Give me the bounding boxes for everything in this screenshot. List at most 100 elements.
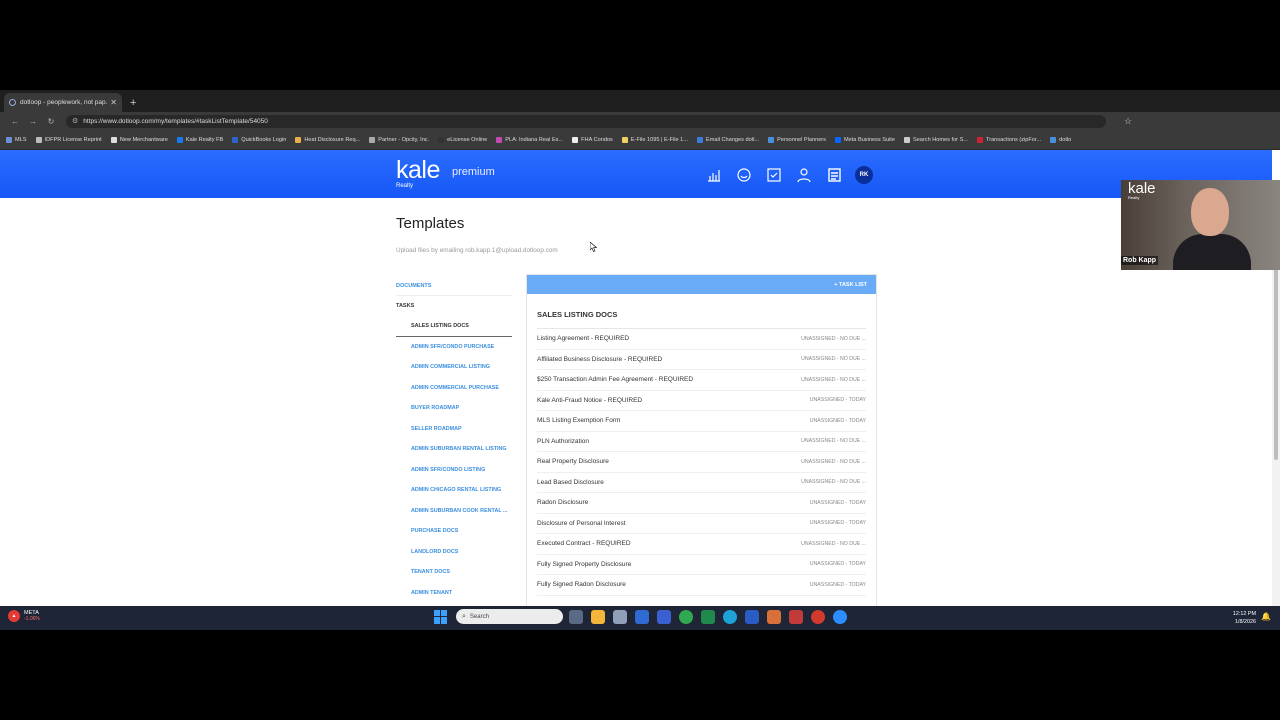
task-status: UNASSIGNED - NO DUE ... (801, 479, 866, 486)
bookmark-item[interactable]: Kale Realty FB (176, 136, 224, 143)
site-info-icon[interactable]: ⚙ (72, 117, 78, 125)
bookmark-star-icon[interactable]: ☆ (1124, 116, 1132, 127)
bookmark-item[interactable]: Email Changes dotl... (696, 136, 759, 143)
windows-start-icon[interactable] (434, 609, 448, 624)
system-clock[interactable]: 12:12 PM 1/8/2026 (1233, 610, 1256, 626)
bookmark-item[interactable]: PLA: Indiana Real Es... (496, 136, 563, 143)
search-label: Search (469, 613, 489, 620)
bookmark-label: Search Homes for S... (912, 136, 968, 143)
task-row[interactable]: Disclosure of Personal Interest UNASSIGNE… (537, 514, 866, 534)
header-nav: RK (705, 166, 873, 184)
calculator-icon[interactable] (613, 609, 627, 624)
task-row[interactable]: Kale Anti-Fraud Notice - REQUIRED UNASSIG… (537, 391, 866, 411)
bookmark-favicon-icon (176, 136, 183, 143)
task-row[interactable]: Lead Based Disclosure UNASSIGNED - NO DUE… (537, 473, 866, 493)
nav-task-template[interactable]: ADMIN SUBURBAN RENTAL LISTING (396, 439, 512, 460)
nav-task-template[interactable]: ADMIN SFR/CONDO PURCHASE (396, 337, 512, 358)
app-red-icon[interactable] (811, 609, 825, 624)
bookmark-label: E-File 1095 | E-File 1... (630, 136, 688, 143)
chrome-icon[interactable] (679, 609, 693, 624)
templates-doc-icon[interactable] (825, 166, 843, 184)
nav-task-template[interactable]: TENANT DOCS (396, 562, 512, 583)
bookmark-item[interactable]: FHA Condos (572, 136, 613, 143)
browser-tab-dotloop[interactable]: dotloop - peoplework, not pap... ✕ (4, 93, 122, 112)
tasks-check-icon[interactable] (765, 166, 783, 184)
task-row[interactable]: Fully Signed Property Disclosure UNASSIGN… (537, 555, 866, 575)
nav-task-template[interactable]: ADMIN CHICAGO RENTAL LISTING (396, 480, 512, 501)
bookmark-favicon-icon (572, 136, 579, 143)
kale-logo[interactable]: kale Realty premium (396, 156, 495, 189)
edge-icon[interactable] (723, 609, 737, 624)
task-row[interactable]: Listing Agreement - REQUIRED UNASSIGNED -… (537, 329, 866, 350)
templates-nav: DOCUMENTS TASKS SALES LISTING DOCS ADMIN … (396, 276, 512, 603)
user-avatar[interactable]: RK (855, 166, 873, 184)
contacts-person-icon[interactable] (795, 166, 813, 184)
word-icon[interactable] (745, 609, 759, 624)
bookmark-item[interactable]: Transactions (zipFor... (977, 136, 1041, 143)
forward-icon[interactable]: → (24, 117, 42, 126)
bookmark-item[interactable]: dotlo (1050, 136, 1071, 143)
close-icon[interactable]: ✕ (110, 98, 117, 107)
bookmark-label: Heat Disclosure Req... (304, 136, 361, 143)
bookmark-item[interactable]: Personnel Planners (768, 136, 826, 143)
bookmark-item[interactable]: New Merchantware (110, 136, 168, 143)
nav-task-template[interactable]: ADMIN COMMERCIAL PURCHASE (396, 378, 512, 399)
nav-documents[interactable]: DOCUMENTS (396, 276, 512, 296)
reload-icon[interactable]: ↻ (42, 117, 60, 126)
bookmark-item[interactable]: Heat Disclosure Req... (295, 136, 361, 143)
bookmark-item[interactable]: QuickBooks Login (232, 136, 286, 143)
bookmark-item[interactable]: IDFPR License Reprint (35, 136, 102, 143)
task-view-icon[interactable] (569, 609, 583, 624)
task-row[interactable]: Real Property Disclosure UNASSIGNED - NO … (537, 452, 866, 473)
loops-icon[interactable] (735, 166, 753, 184)
bookmark-item[interactable]: Search Homes for S... (903, 136, 968, 143)
back-icon[interactable]: ← (6, 117, 24, 126)
address-bar: ← → ↻ ⚙ https://www.dotloop.com/my/templ… (0, 112, 1280, 130)
bookmark-favicon-icon (110, 136, 117, 143)
browser-tab-bar: dotloop - peoplework, not pap... ✕ + (0, 90, 1280, 112)
excel-icon[interactable] (701, 609, 715, 624)
task-row[interactable]: $250 Transaction Admin Fee Agreement - R… (537, 370, 866, 391)
task-row[interactable]: Affiliated Business Disclosure - REQUIRE… (537, 350, 866, 370)
bookmark-label: MLS (15, 136, 27, 143)
plan-label: premium (452, 166, 495, 178)
teams-icon[interactable] (657, 609, 671, 624)
acrobat-icon[interactable] (789, 609, 803, 624)
stock-widget[interactable]: ▲ META -1.06% (8, 610, 40, 622)
bookmark-item[interactable]: E-File 1095 | E-File 1... (621, 136, 688, 143)
task-row[interactable]: Radon Disclosure UNASSIGNED - TODAY (537, 493, 866, 514)
url-input[interactable]: ⚙ https://www.dotloop.com/my/templates/#… (66, 114, 1106, 128)
windows-taskbar: ▲ META -1.06% ⌕ Search 12:12 PM 1/8/2026… (0, 606, 1280, 630)
app-icon[interactable] (767, 609, 781, 624)
nav-task-template[interactable]: BUYER ROADMAP (396, 398, 512, 419)
nav-tasks[interactable]: TASKS (396, 296, 512, 316)
new-tab-button[interactable]: + (130, 97, 136, 109)
file-explorer-icon[interactable] (591, 609, 605, 624)
bookmark-label: Kale Realty FB (185, 136, 224, 143)
webcam-overlay: kale Realty Rob Kapp (1121, 180, 1280, 270)
bookmark-item[interactable]: Partner - Opcity, Inc. (369, 136, 429, 143)
task-row[interactable]: Executed Contract - REQUIRED UNASSIGNED -… (537, 534, 866, 555)
nav-task-template[interactable]: ADMIN SUBURBAN COOK RENTAL ... (396, 501, 512, 522)
nav-task-template[interactable]: LANDLORD DOCS (396, 542, 512, 563)
nav-task-template[interactable]: PURCHASE DOCS (396, 521, 512, 542)
nav-task-template[interactable]: ADMIN TENANT (396, 583, 512, 604)
task-row[interactable]: Fully Signed Radon Disclosure UNASSIGNED … (537, 575, 866, 596)
store-icon[interactable] (635, 609, 649, 624)
notification-bell-icon[interactable]: 🔔 (1261, 612, 1271, 621)
nav-task-template[interactable]: SALES LISTING DOCS (396, 316, 512, 337)
nav-task-template[interactable]: ADMIN COMMERCIAL LISTING (396, 357, 512, 378)
zoom-icon[interactable] (833, 609, 847, 624)
bookmark-item[interactable]: MLS (6, 136, 27, 143)
bar-chart-icon[interactable] (705, 166, 723, 184)
bookmark-item[interactable]: Meta Business Suite (834, 136, 895, 143)
nav-task-template[interactable]: ADMIN SFR/CONDO LISTING (396, 460, 512, 481)
nav-task-template[interactable]: SELLER ROADMAP (396, 419, 512, 440)
add-task-list-button[interactable]: + TASK LIST (834, 282, 867, 288)
taskbar-search[interactable]: ⌕ Search (456, 609, 563, 624)
bookmark-favicon-icon (834, 136, 841, 143)
bookmark-favicon-icon (295, 136, 302, 143)
task-row[interactable]: PLN Authorization UNASSIGNED - NO DUE ... (537, 432, 866, 452)
task-row[interactable]: MLS Listing Exemption Form UNASSIGNED - T… (537, 411, 866, 432)
bookmark-item[interactable]: eLicense Online (438, 136, 487, 143)
